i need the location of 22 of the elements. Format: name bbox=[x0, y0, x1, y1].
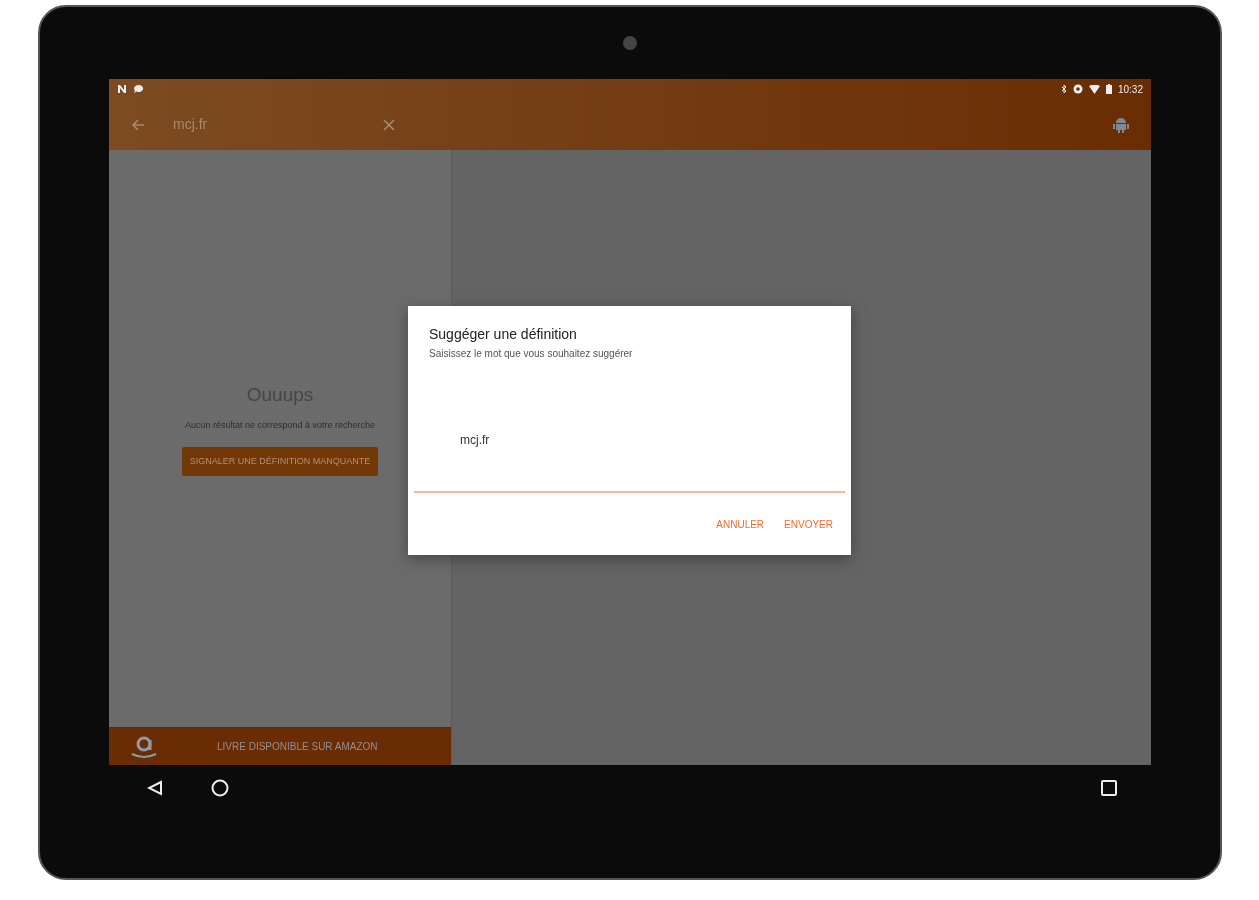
dialog-title: Suggéger une définition bbox=[429, 325, 578, 344]
android-robot-icon[interactable] bbox=[1113, 115, 1129, 134]
status-time: 10:32 bbox=[1117, 82, 1143, 97]
notification-icon bbox=[117, 84, 127, 94]
wifi-icon bbox=[1088, 84, 1100, 94]
chat-icon bbox=[133, 84, 144, 94]
battery-icon bbox=[1105, 84, 1112, 94]
dialog-button[interactable]: ENVOYER bbox=[784, 512, 833, 536]
close-icon[interactable] bbox=[383, 118, 395, 131]
dialog-subtitle: Saisissez le mot que vous souhaitez suggérer bbox=[429, 347, 634, 361]
home-nav-icon[interactable] bbox=[211, 778, 229, 797]
dialog-button[interactable]: ANNULER bbox=[716, 512, 765, 536]
amazon-banner[interactable]: LIVRE DISPONIBLE SUR AMAZON bbox=[109, 727, 451, 765]
camera-icon bbox=[623, 36, 637, 50]
report-button[interactable]: SIGNALER UNE DÉFINITION MANQUANTE bbox=[181, 446, 379, 477]
bluetooth-icon bbox=[1060, 84, 1067, 94]
back-nav-icon[interactable] bbox=[147, 779, 163, 796]
input-field[interactable]: mcj.fr bbox=[414, 431, 845, 493]
sync-icon bbox=[1072, 84, 1083, 94]
banner-label: LIVRE DISPONIBLE SUR AMAZON bbox=[217, 739, 378, 754]
search-field[interactable]: mcj.fr bbox=[173, 114, 383, 135]
recents-nav-icon[interactable] bbox=[1101, 779, 1117, 796]
